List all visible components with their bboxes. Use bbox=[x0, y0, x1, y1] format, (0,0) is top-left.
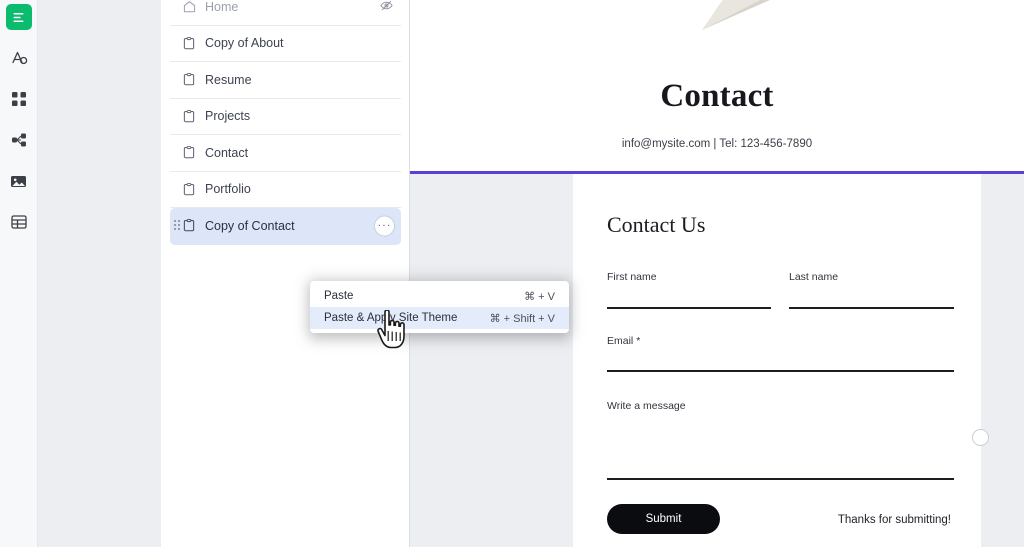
message-field[interactable]: Write a message bbox=[607, 400, 954, 480]
page-icon bbox=[182, 219, 196, 233]
context-menu-item-shortcut: ⌘ + V bbox=[524, 290, 555, 303]
form-heading: Contact Us bbox=[607, 212, 706, 237]
page-icon bbox=[182, 109, 196, 123]
last-name-label: Last name bbox=[789, 271, 839, 283]
page-row-copy-of-contact[interactable]: Copy of Contact ··· bbox=[170, 208, 401, 245]
last-name-input-line[interactable] bbox=[789, 307, 954, 309]
page-label: Copy of Contact bbox=[205, 218, 295, 233]
context-menu-item-shortcut: ⌘ + Shift + V bbox=[489, 312, 555, 325]
page-title: Contact bbox=[660, 78, 774, 114]
page-label: Contact bbox=[205, 145, 249, 160]
context-menu-item-paste-apply-site-theme[interactable]: Paste & Apply Site Theme ⌘ + Shift + V bbox=[310, 307, 569, 329]
context-menu: Paste ⌘ + V Paste & Apply Site Theme ⌘ +… bbox=[310, 281, 569, 333]
page-row-resume[interactable]: Resume bbox=[170, 62, 401, 99]
table-icon bbox=[10, 214, 27, 230]
site-canvas: Contact info@mysite.com | Tel: 123-456-7… bbox=[410, 0, 1024, 547]
page-label: Portfolio bbox=[205, 182, 251, 196]
page-label: Projects bbox=[205, 109, 251, 123]
add-elements-icon bbox=[10, 49, 28, 67]
page-icon bbox=[182, 146, 196, 160]
required-marker: * bbox=[636, 335, 641, 347]
page-icon bbox=[182, 73, 196, 87]
submit-button[interactable]: Submit bbox=[607, 504, 720, 534]
media-flow-icon bbox=[11, 132, 27, 148]
page-row-copy-of-about[interactable]: Copy of About bbox=[170, 26, 401, 62]
drag-handle-icon[interactable] bbox=[174, 219, 180, 232]
apps-grid-icon bbox=[11, 91, 27, 107]
rail-item-editor-logo[interactable] bbox=[5, 4, 32, 30]
page-icon bbox=[182, 36, 196, 50]
home-icon bbox=[182, 0, 196, 14]
image-icon bbox=[10, 173, 27, 190]
first-name-label: First name bbox=[607, 271, 657, 283]
rail-item-my-uploads[interactable] bbox=[6, 168, 32, 194]
rail-item-apps[interactable] bbox=[6, 86, 32, 112]
decorative-paper-shape-icon bbox=[680, 0, 830, 62]
secondary-panel-backdrop bbox=[38, 0, 161, 547]
rail-item-cms[interactable] bbox=[6, 209, 32, 235]
context-menu-item-label: Paste bbox=[324, 290, 354, 302]
wix-editor-icon bbox=[11, 10, 26, 25]
page-label: Copy of About bbox=[205, 36, 284, 50]
context-menu-item-paste[interactable]: Paste ⌘ + V bbox=[310, 285, 569, 307]
more-actions-icon[interactable]: ··· bbox=[374, 215, 395, 237]
page-row-projects[interactable]: Projects bbox=[170, 99, 401, 135]
email-label: Email * bbox=[607, 335, 641, 347]
message-label: Write a message bbox=[607, 400, 686, 412]
submission-confirmation-text: Thanks for submitting! bbox=[837, 514, 951, 526]
page-row-portfolio[interactable]: Portfolio bbox=[170, 172, 401, 208]
page-row-home[interactable]: Home bbox=[170, 0, 401, 26]
rail-item-media-manager[interactable] bbox=[6, 127, 32, 153]
email-field[interactable]: Email * bbox=[607, 335, 954, 372]
hero-section: Contact info@mysite.com | Tel: 123-456-7… bbox=[410, 0, 1024, 172]
message-input-line[interactable] bbox=[607, 478, 954, 480]
last-name-field[interactable]: Last name bbox=[789, 271, 954, 309]
form-section: Contact Us First name Last name Email * … bbox=[410, 174, 1024, 547]
pages-panel: Home Copy of About Resume Projects Conta… bbox=[161, 0, 410, 547]
page-row-contact[interactable]: Contact bbox=[170, 135, 401, 172]
page-icon bbox=[182, 182, 196, 196]
contact-form-card: Contact Us First name Last name Email * … bbox=[573, 174, 989, 547]
hero-subtitle: info@mysite.com | Tel: 123-456-7890 bbox=[621, 138, 813, 150]
resize-handle[interactable] bbox=[972, 429, 989, 446]
rail-item-add-elements[interactable] bbox=[6, 45, 32, 71]
hidden-eye-icon[interactable] bbox=[380, 0, 393, 15]
editor-screen: Home Copy of About Resume Projects Conta… bbox=[0, 0, 1024, 547]
page-label: Resume bbox=[205, 72, 252, 87]
page-label: Home bbox=[205, 0, 239, 14]
first-name-input-line[interactable] bbox=[607, 307, 771, 309]
context-menu-item-label: Paste & Apply Site Theme bbox=[324, 312, 458, 324]
email-input-line[interactable] bbox=[607, 370, 954, 372]
left-icon-rail bbox=[0, 0, 38, 547]
first-name-field[interactable]: First name bbox=[607, 271, 771, 309]
